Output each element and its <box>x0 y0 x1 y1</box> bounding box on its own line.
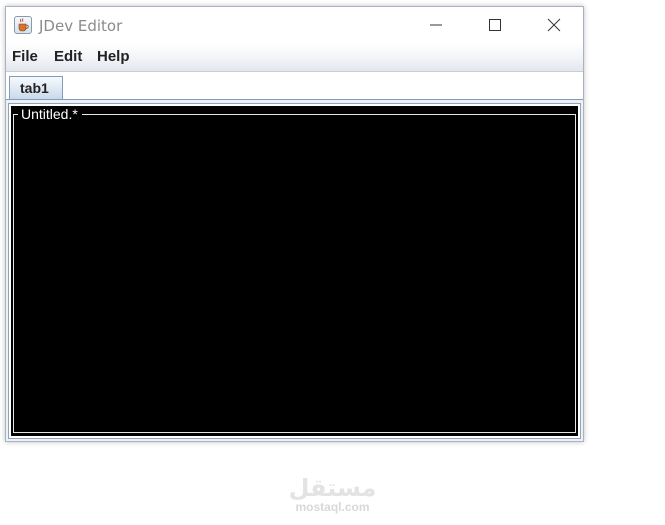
title-bar[interactable]: JDev Editor <box>6 7 583 43</box>
watermark-logo: مستقل <box>288 474 377 502</box>
maximize-icon <box>489 19 501 31</box>
document-group-border <box>13 114 576 433</box>
minimize-icon <box>430 24 442 26</box>
app-window: JDev Editor File Edit Help tab1 Untitled… <box>5 6 584 442</box>
tab-label: tab1 <box>20 80 49 96</box>
menu-file[interactable]: File <box>12 49 38 65</box>
watermark-url: mostaql.com <box>295 500 370 514</box>
close-icon <box>547 18 561 32</box>
menu-edit[interactable]: Edit <box>54 49 82 65</box>
menu-bar: File Edit Help <box>6 43 583 72</box>
minimize-button[interactable] <box>407 7 465 43</box>
menu-help[interactable]: Help <box>97 49 130 65</box>
close-button[interactable] <box>525 7 583 43</box>
document-title: Untitled.* <box>18 106 82 122</box>
tab-tab1[interactable]: tab1 <box>9 76 63 99</box>
tab-strip: tab1 <box>6 72 583 100</box>
editor-panel: Untitled.* <box>8 103 581 439</box>
java-cup-icon <box>14 16 32 34</box>
window-title: JDev Editor <box>39 17 123 35</box>
editor-text-area[interactable]: Untitled.* <box>11 106 578 436</box>
maximize-button[interactable] <box>466 7 524 43</box>
